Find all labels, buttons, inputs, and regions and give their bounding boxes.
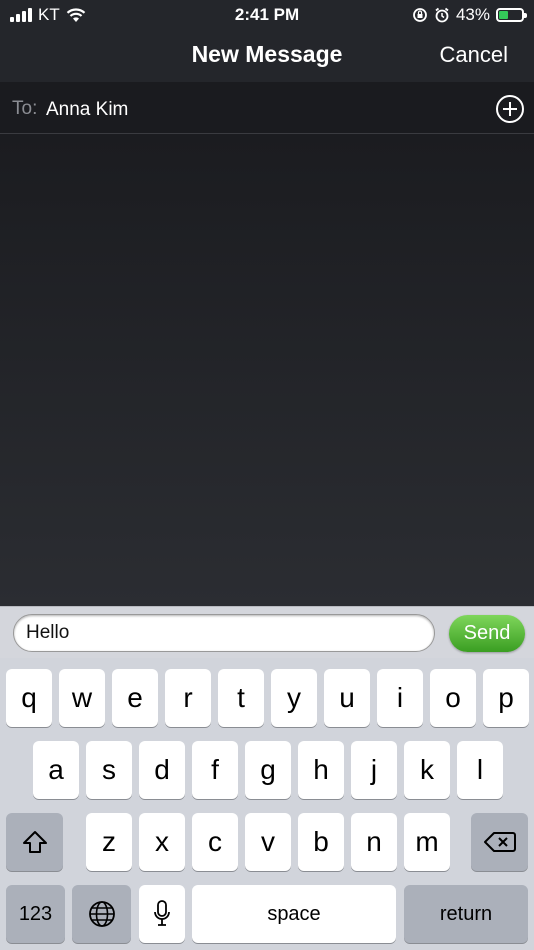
key-o[interactable]: o [430,669,476,727]
key-a[interactable]: a [33,741,79,799]
recipient-label: To: [12,98,38,119]
key-k[interactable]: k [404,741,450,799]
key-y[interactable]: y [271,669,317,727]
globe-key[interactable] [72,885,131,943]
key-h[interactable]: h [298,741,344,799]
navigation-bar: New Message Cancel [0,28,534,82]
space-key[interactable]: space [192,885,396,943]
recipient-value[interactable]: Anna Kim [46,99,128,121]
shift-key[interactable] [6,813,63,871]
key-m[interactable]: m [404,813,450,871]
key-s[interactable]: s [86,741,132,799]
shift-arrow-icon [22,831,47,853]
key-r[interactable]: r [165,669,211,727]
key-j[interactable]: j [351,741,397,799]
key-d[interactable]: d [139,741,185,799]
keyboard: qwertyuiop asdfghjkl zxcvbnm 123 space r… [0,658,534,950]
key-z[interactable]: z [86,813,132,871]
key-e[interactable]: e [112,669,158,727]
add-contact-button[interactable] [496,95,524,123]
battery-percent: 43% [455,5,490,24]
message-input[interactable] [13,614,435,652]
key-f[interactable]: f [192,741,238,799]
key-g[interactable]: g [245,741,291,799]
key-x[interactable]: x [139,813,185,871]
key-t[interactable]: t [218,669,264,727]
recipient-row[interactable]: To: Anna Kim [0,82,534,134]
key-u[interactable]: u [324,669,370,727]
microphone-icon [154,900,170,926]
globe-icon [88,901,115,927]
compose-bar: Send [0,606,534,658]
delete-key[interactable] [471,813,528,871]
key-b[interactable]: b [298,813,344,871]
return-key[interactable]: return [404,885,528,943]
battery-level-fill [499,11,509,19]
key-w[interactable]: w [59,669,105,727]
cancel-button[interactable]: Cancel [440,42,508,68]
key-c[interactable]: c [192,813,238,871]
key-i[interactable]: i [377,669,423,727]
key-l[interactable]: l [457,741,503,799]
key-q[interactable]: q [6,669,52,727]
battery-icon [496,8,527,22]
alarm-icon [435,7,449,23]
rotation-lock-icon [413,8,427,22]
dictation-key[interactable] [139,885,185,943]
send-button[interactable]: Send [449,615,525,652]
status-right: 43% [412,5,527,25]
conversation-area [0,134,534,606]
key-v[interactable]: v [245,813,291,871]
key-n[interactable]: n [351,813,397,871]
numbers-key[interactable]: 123 [6,885,65,943]
backspace-icon [483,832,516,852]
status-bar: KT 2:41 PM 43% [0,0,534,28]
key-p[interactable]: p [483,669,529,727]
